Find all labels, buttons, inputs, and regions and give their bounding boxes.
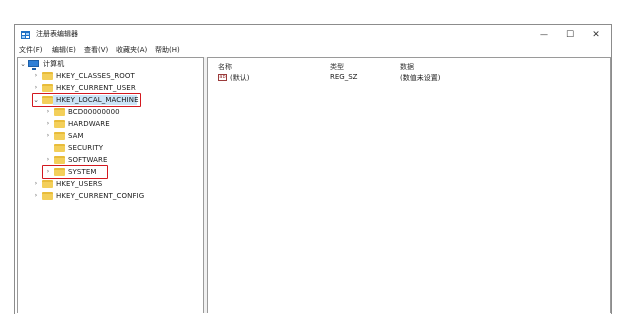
tree-item-label: SAM <box>68 132 84 140</box>
folder-icon <box>42 180 53 188</box>
folder-icon <box>42 72 53 80</box>
title-bar[interactable]: 注册表编辑器 — ☐ ✕ <box>15 25 611 45</box>
tree-item-hkcr[interactable]: › HKEY_CLASSES_ROOT <box>18 71 203 81</box>
column-header-name[interactable]: 名称 <box>218 62 232 72</box>
tree-item-hkcc[interactable]: › HKEY_CURRENT_CONFIG <box>18 191 203 201</box>
column-header-data[interactable]: 数据 <box>400 62 414 72</box>
chevron-down-icon[interactable]: ⌄ <box>20 59 26 69</box>
folder-icon <box>42 84 53 92</box>
regedit-app-icon <box>21 31 30 39</box>
menu-help[interactable]: 帮助(H) <box>155 46 180 55</box>
close-button[interactable]: ✕ <box>583 25 609 45</box>
folder-icon <box>54 132 65 140</box>
chevron-right-icon[interactable]: › <box>45 131 51 141</box>
chevron-right-icon[interactable]: › <box>33 191 39 201</box>
chevron-right-icon[interactable]: › <box>45 119 51 129</box>
computer-icon <box>28 60 39 70</box>
tree-item-hku[interactable]: › HKEY_USERS <box>18 179 203 189</box>
menu-file[interactable]: 文件(F) <box>19 46 43 55</box>
key-tree-pane[interactable]: ⌄ 计算机 › HKEY_CLASSES_ROOT › HKEY_CURRENT… <box>17 57 204 313</box>
chevron-right-icon[interactable]: › <box>45 107 51 117</box>
minimize-button[interactable]: — <box>531 25 557 45</box>
value-type: REG_SZ <box>330 73 358 81</box>
menu-favorites[interactable]: 收藏夹(A) <box>116 46 147 55</box>
maximize-button[interactable]: ☐ <box>557 25 583 45</box>
menu-view[interactable]: 查看(V) <box>84 46 108 55</box>
tree-item-sam[interactable]: › SAM <box>18 131 203 141</box>
menu-bar: 文件(F) 编辑(E) 查看(V) 收藏夹(A) 帮助(H) <box>15 45 611 56</box>
tree-item-label: HKEY_USERS <box>56 180 103 188</box>
tree-item-computer[interactable]: ⌄ 计算机 <box>18 59 203 70</box>
tree-item-bcd[interactable]: › BCD00000000 <box>18 107 203 117</box>
chevron-right-icon[interactable]: › <box>33 71 39 81</box>
tree-item-label: BCD00000000 <box>68 108 120 116</box>
tree-item-label: HKEY_CLASSES_ROOT <box>56 72 135 80</box>
value-data: (数值未设置) <box>400 74 441 82</box>
values-list-pane[interactable]: 名称 类型 数据 ab (默认) REG_SZ (数值未设置) <box>207 57 611 313</box>
tree-item-label: HKEY_CURRENT_CONFIG <box>56 192 145 200</box>
tree-item-hkcu[interactable]: › HKEY_CURRENT_USER <box>18 83 203 93</box>
tree-item-label: HARDWARE <box>68 120 110 128</box>
folder-icon <box>42 192 53 200</box>
tree-item-label: SECURITY <box>68 144 104 152</box>
tree-item-label: SOFTWARE <box>68 156 108 164</box>
folder-icon <box>54 108 65 116</box>
folder-icon <box>54 120 65 128</box>
tree-item-label: HKEY_CURRENT_USER <box>56 84 136 92</box>
menu-edit[interactable]: 编辑(E) <box>52 46 76 55</box>
value-name: (默认) <box>230 74 250 82</box>
folder-icon <box>54 156 65 164</box>
tree-item-label: 计算机 <box>43 60 65 68</box>
chevron-right-icon[interactable]: › <box>33 179 39 189</box>
annotation-highlight-box <box>42 165 108 179</box>
registry-editor-window: 注册表编辑器 — ☐ ✕ 文件(F) 编辑(E) 查看(V) 收藏夹(A) 帮助… <box>14 24 612 314</box>
tree-item-security[interactable]: SECURITY <box>18 143 203 153</box>
folder-icon <box>54 144 65 152</box>
string-value-icon: ab <box>218 74 227 81</box>
chevron-right-icon[interactable]: › <box>33 83 39 93</box>
window-title: 注册表编辑器 <box>36 30 78 38</box>
tree-item-hardware[interactable]: › HARDWARE <box>18 119 203 129</box>
tree-item-software[interactable]: › SOFTWARE <box>18 155 203 165</box>
chevron-right-icon[interactable]: › <box>45 155 51 165</box>
annotation-highlight-box <box>32 93 141 107</box>
column-header-type[interactable]: 类型 <box>330 62 344 72</box>
